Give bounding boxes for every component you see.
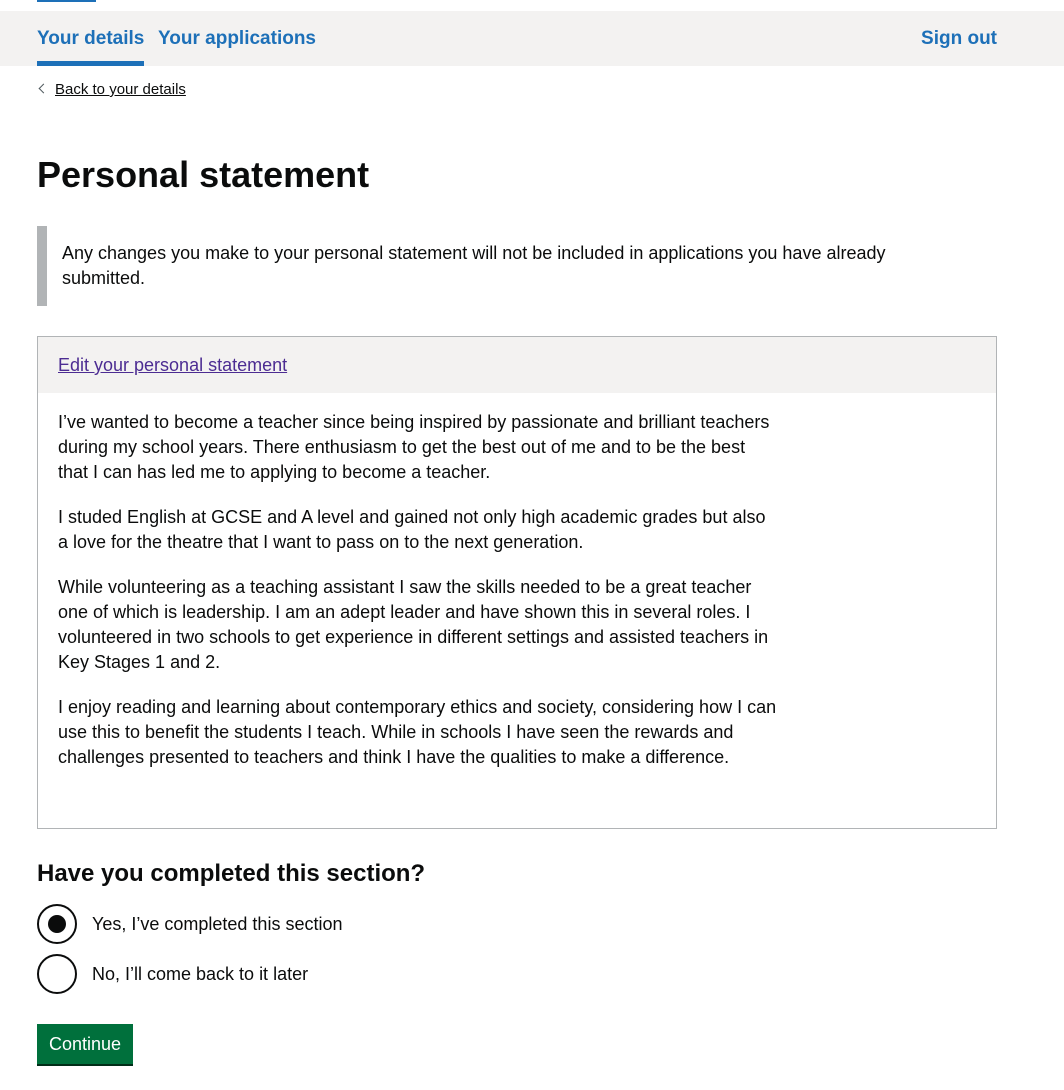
radio-label[interactable]: No, I’ll come back to it later — [92, 962, 308, 986]
radio-label[interactable]: Yes, I’ve completed this section — [92, 912, 342, 936]
statement-paragraph: I studed English at GCSE and A level and… — [58, 507, 766, 552]
header-accent-bar — [37, 0, 96, 2]
chevron-left-icon — [38, 83, 49, 94]
radio-button-selected[interactable] — [37, 904, 77, 944]
completion-question: Have you completed this section? — [37, 860, 426, 887]
statement-paragraph: While volunteering as a teaching assista… — [58, 577, 769, 672]
primary-navigation: Your details Your applications Sign out — [0, 11, 1064, 66]
statement-body: I’ve wanted to become a teacher since be… — [38, 393, 798, 770]
inset-text: Any changes you make to your personal st… — [37, 226, 927, 306]
statement-card: Edit your personal statement I’ve wanted… — [37, 336, 997, 829]
radio-button[interactable] — [37, 954, 77, 994]
statement-paragraph: I’ve wanted to become a teacher since be… — [58, 412, 770, 482]
back-link[interactable]: Back to your details — [55, 81, 186, 98]
statement-card-header: Edit your personal statement — [38, 337, 996, 393]
top-strip — [0, 0, 1064, 11]
breadcrumb: Back to your details — [37, 80, 186, 100]
radio-completed-no[interactable]: No, I’ll come back to it later — [37, 954, 437, 994]
page-title: Personal statement — [37, 154, 370, 195]
edit-personal-statement-link[interactable]: Edit your personal statement — [58, 355, 287, 375]
statement-paragraph: I enjoy reading and learning about conte… — [58, 697, 777, 767]
sign-out-link[interactable]: Sign out — [921, 27, 997, 51]
radio-completed-yes[interactable]: Yes, I’ve completed this section — [37, 904, 437, 944]
continue-button[interactable]: Continue — [37, 1024, 134, 1064]
tab-your-applications[interactable]: Your applications — [158, 27, 316, 51]
tab-your-details[interactable]: Your details — [37, 27, 145, 66]
